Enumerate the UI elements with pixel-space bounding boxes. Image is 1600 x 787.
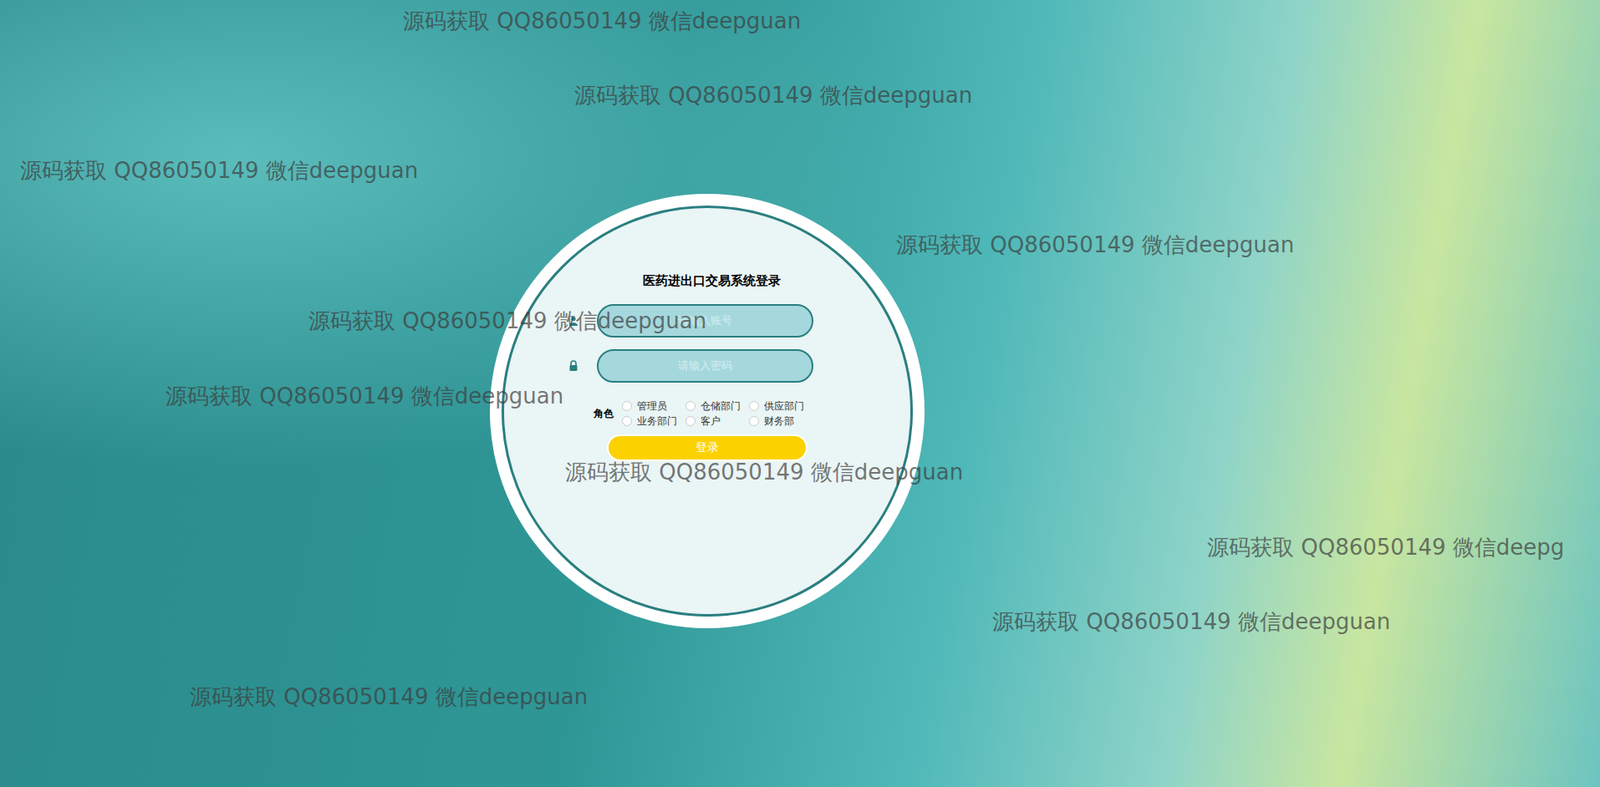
role-option[interactable]: 供应部门 [749, 399, 805, 413]
watermark: 源码获取 QQ86050149 微信deepguan [574, 79, 973, 113]
login-title: 医药进出口交易系统登录 [634, 271, 781, 291]
watermark: 源码获取 QQ86050149 微信deepguan [308, 305, 707, 338]
watermark: 源码获取 QQ86050149 微信deepguan [402, 5, 801, 38]
role-text: 财务部 [764, 414, 795, 429]
role-radio[interactable] [685, 416, 696, 427]
role-text: 客户 [700, 414, 721, 429]
password-input[interactable] [596, 349, 814, 383]
role-radio[interactable] [621, 416, 632, 427]
watermark: 源码获取 QQ86050149 微信deepg [1207, 531, 1565, 565]
login-page: 医药进出口交易系统登录 角色 管理员 仓储部门 供应部门业务部门 客户 财务部 登录 源… [0, 0, 1600, 787]
role-text: 管理员 [636, 399, 668, 413]
watermark: 源码获取 QQ86050149 微信deepguan [165, 380, 564, 413]
role-option[interactable]: 管理员 [621, 399, 678, 413]
username-input[interactable] [596, 304, 814, 338]
role-option[interactable]: 仓储部门 [685, 399, 741, 413]
role-label: 角色 [593, 406, 614, 422]
lock-icon [568, 360, 579, 372]
watermark: 源码获取 QQ86050149 微信deepguan [992, 606, 1391, 639]
user-icon [568, 315, 579, 327]
role-option[interactable]: 业务部门 [621, 414, 678, 429]
role-radio[interactable] [621, 401, 632, 412]
role-radio[interactable] [685, 401, 696, 412]
role-text: 业务部门 [636, 414, 678, 429]
role-text: 供应部门 [764, 399, 805, 413]
watermark: 源码获取 QQ86050149 微信deepguan [896, 229, 1295, 262]
role-radio[interactable] [749, 416, 760, 427]
role-option[interactable]: 财务部 [749, 414, 805, 429]
role-option[interactable]: 客户 [685, 414, 741, 429]
watermark: 源码获取 QQ86050149 微信deepguan [189, 681, 588, 714]
role-radio[interactable] [749, 401, 760, 412]
role-text: 仓储部门 [700, 399, 741, 413]
login-circle: 医药进出口交易系统登录 角色 管理员 仓储部门 供应部门业务部门 客户 财务部 登录 [489, 193, 925, 629]
login-button[interactable]: 登录 [606, 434, 808, 462]
watermark: 源码获取 QQ86050149 微信deepguan [20, 154, 418, 188]
watermark: 源码获取 QQ86050149 微信deepguan [565, 456, 964, 490]
